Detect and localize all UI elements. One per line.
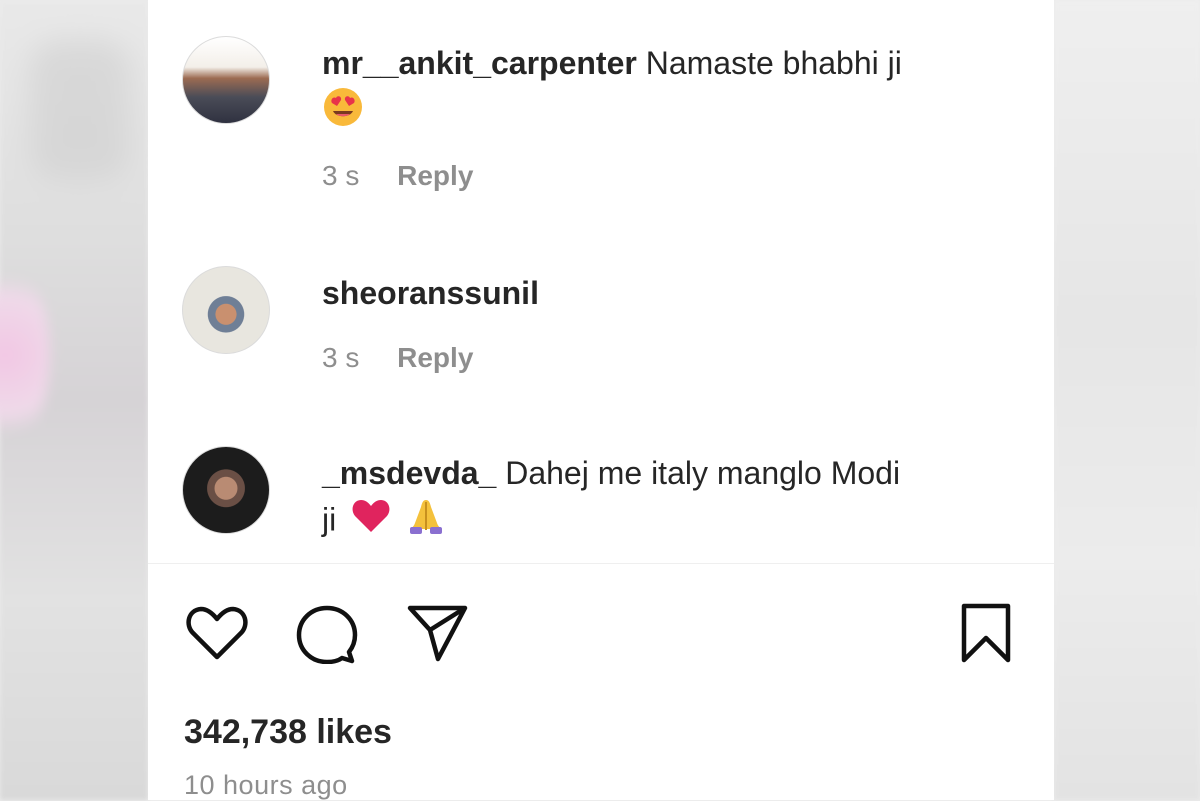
background-blur-pink	[0, 260, 50, 450]
comment-text: _msdevda_ Dahej me italy manglo Modi ji	[322, 450, 1042, 548]
likes-count[interactable]: 342,738 likes	[184, 713, 392, 752]
comment-time: 3 s	[322, 342, 360, 373]
comment-time: 3 s	[322, 160, 360, 191]
share-icon[interactable]	[404, 602, 470, 669]
avatar[interactable]	[182, 266, 270, 354]
red-heart-emoji	[351, 498, 391, 546]
background-blur-gray	[30, 40, 130, 180]
reply-button[interactable]: Reply	[397, 160, 473, 191]
post-timestamp: 10 hours ago	[184, 770, 348, 800]
comment-icon[interactable]	[294, 602, 360, 669]
comment-username[interactable]: mr__ankit_carpenter	[322, 45, 637, 81]
folded-hands-emoji	[404, 496, 448, 548]
comment-body-continued: ji	[322, 501, 337, 538]
comment-meta: 3 s Reply	[322, 160, 503, 192]
divider	[148, 563, 1054, 564]
background-left	[0, 0, 148, 800]
comment-text: mr__ankit_carpenter Namaste bhabhi ji	[322, 40, 1042, 140]
heart-eyes-emoji	[322, 86, 364, 140]
avatar[interactable]	[182, 446, 270, 534]
comment-body: Dahej me italy manglo Modi	[505, 455, 901, 491]
comment-text: sheoranssunil	[322, 270, 1042, 316]
action-bar	[148, 602, 1054, 666]
avatar[interactable]	[182, 36, 270, 124]
comment-username[interactable]: sheoranssunil	[322, 275, 539, 311]
background-right	[1054, 0, 1200, 800]
heart-icon[interactable]	[184, 602, 250, 669]
reply-button[interactable]: Reply	[397, 342, 473, 373]
comment-body: Namaste bhabhi ji	[645, 45, 902, 81]
comments-panel: mr__ankit_carpenter Namaste bhabhi ji 3 …	[148, 0, 1054, 800]
comment-meta: 3 s Reply	[322, 342, 503, 374]
comment-username[interactable]: _msdevda_	[322, 455, 496, 491]
bookmark-icon[interactable]	[958, 602, 1014, 669]
